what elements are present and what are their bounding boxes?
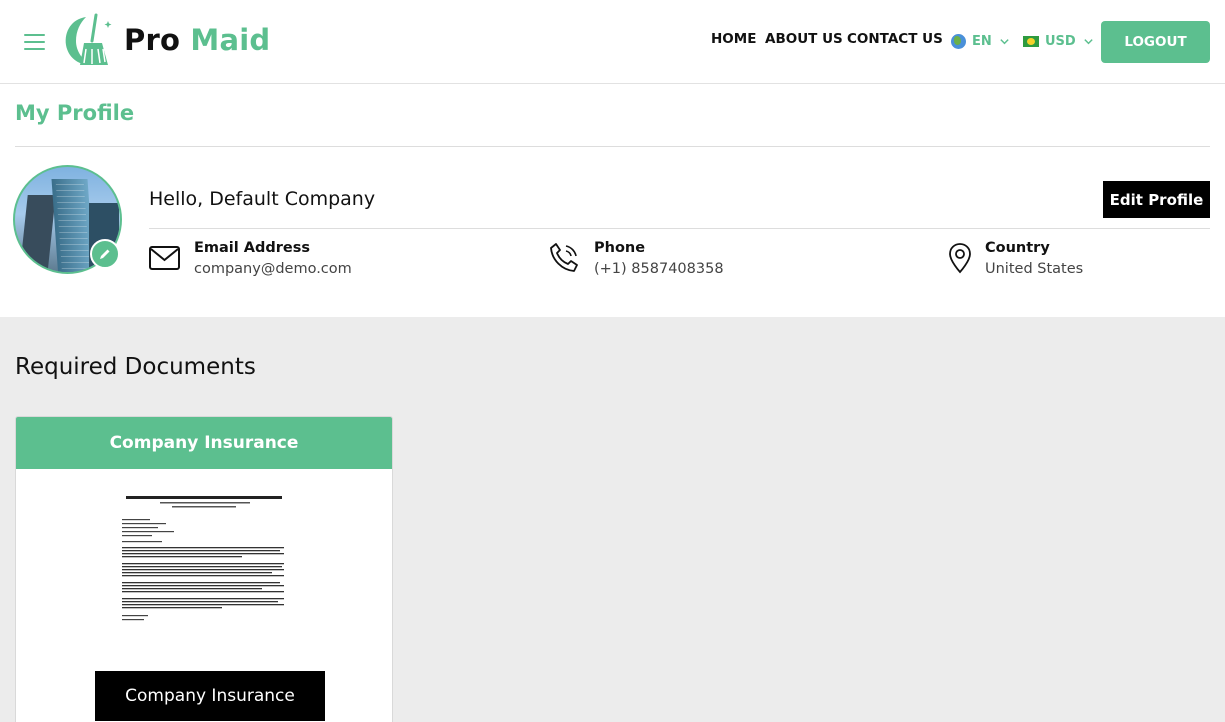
email-label: Email Address	[194, 240, 311, 256]
edit-avatar-button[interactable]	[90, 239, 120, 269]
language-selector[interactable]: EN	[951, 31, 1010, 51]
greeting-text: Hello, Default Company	[149, 188, 376, 210]
email-value: company@demo.com	[194, 261, 352, 277]
currency-selector[interactable]: USD	[1023, 31, 1094, 51]
page-title: My Profile	[15, 101, 135, 125]
logo-word-maid: Maid	[190, 23, 271, 57]
country-label: Country	[985, 240, 1050, 256]
divider	[149, 228, 1210, 229]
document-card-title: Company Insurance	[16, 417, 392, 469]
document-thumbnail[interactable]	[120, 493, 286, 627]
pro-maid-logo[interactable]: Pro Maid	[62, 13, 272, 69]
required-documents-title: Required Documents	[15, 354, 256, 380]
divider	[15, 146, 1210, 147]
logo-text: Pro Maid	[124, 23, 270, 57]
nav-home[interactable]: HOME	[711, 31, 756, 51]
logo-word-pro: Pro	[124, 23, 181, 57]
globe-icon	[951, 33, 966, 49]
logout-button[interactable]: LOGOUT	[1101, 21, 1210, 63]
flag-icon	[1023, 35, 1039, 47]
phone-label: Phone	[594, 240, 646, 256]
hamburger-menu-icon[interactable]	[24, 33, 46, 51]
phone-icon	[550, 243, 578, 272]
chevron-down-icon	[1084, 38, 1093, 44]
language-value: EN	[972, 33, 992, 49]
country-value: United States	[985, 261, 1084, 277]
map-pin-icon	[949, 243, 971, 274]
chevron-down-icon	[1000, 38, 1009, 44]
currency-value: USD	[1045, 33, 1076, 49]
envelope-icon	[149, 246, 180, 270]
phone-value: (+1) 8587408358	[594, 261, 724, 277]
broom-sparkle-icon	[65, 13, 112, 65]
pencil-icon	[100, 249, 110, 259]
document-card-company-insurance: Company Insurance Company Insurance	[15, 416, 393, 722]
company-insurance-button[interactable]: Company Insurance	[95, 671, 325, 721]
edit-profile-button[interactable]: Edit Profile	[1103, 181, 1210, 218]
nav-about-us[interactable]: ABOUT US	[765, 31, 843, 51]
profile-section: My Profile Hello, Default Company Edit P…	[0, 84, 1225, 317]
top-header: Pro Maid HOME ABOUT US CONTACT US EN USD…	[0, 0, 1225, 84]
nav-contact-us[interactable]: CONTACT US	[847, 31, 943, 51]
